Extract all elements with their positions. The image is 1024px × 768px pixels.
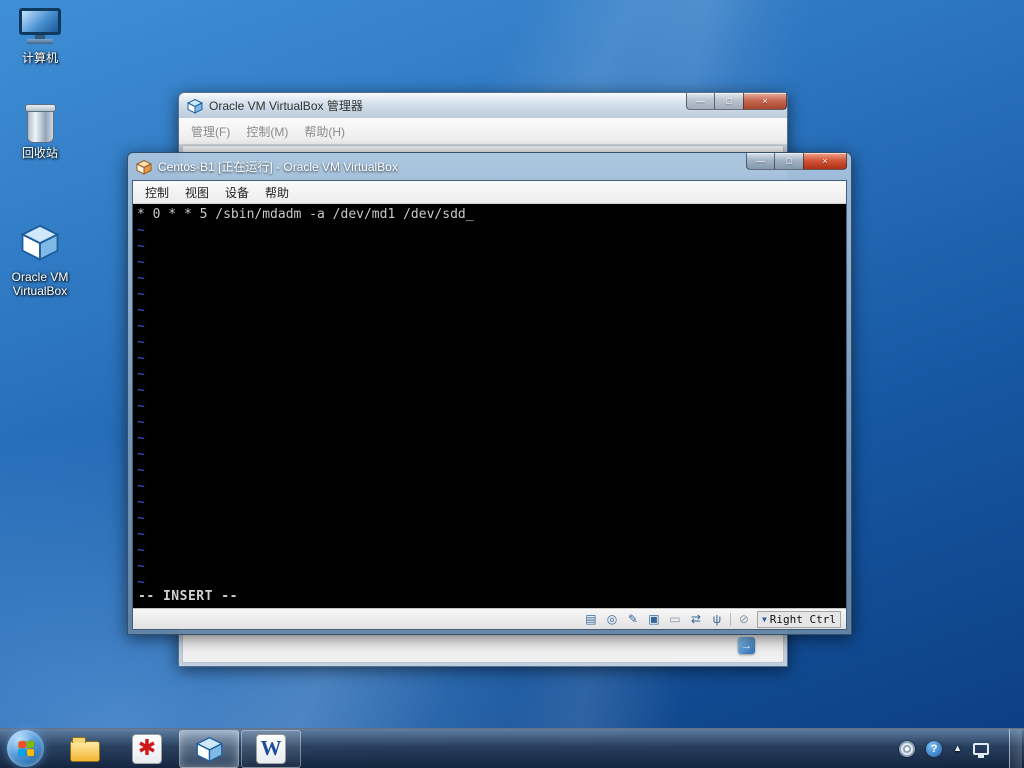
menu-machine[interactable]: 控制 (137, 181, 177, 204)
vim-tilde: ~ (137, 255, 145, 270)
vim-tilde: ~ (137, 303, 145, 318)
system-tray: ? ▲ (899, 728, 1024, 768)
maximize-button[interactable]: □ (775, 153, 803, 170)
manager-menubar: 管理(F) 控制(M) 帮助(H) (179, 118, 787, 145)
vim-tilde: ~ (137, 559, 145, 574)
media-app-icon: ✱ (132, 733, 162, 764)
menu-machine[interactable]: 控制(M) (238, 120, 296, 143)
vm-client-area: 控制 视图 设备 帮助 * 0 * * 5 /sbin/mdadm -a /de… (132, 180, 847, 630)
taskbar-item-media-app[interactable]: ✱ (117, 730, 177, 768)
vm-statusbar: ▤ ◎ ✎ ▣ ▭ ⇄ ψ ⊘ ▼ Right Ctrl (133, 608, 846, 629)
terminal-cursor: _ (465, 207, 474, 222)
vm-titlebar[interactable]: Centos-B1 [正在运行] - Oracle VM VirtualBox … (132, 153, 847, 180)
usb-icon[interactable]: ψ (709, 613, 725, 625)
vim-tilde: ~ (137, 543, 145, 558)
vm-window: Centos-B1 [正在运行] - Oracle VM VirtualBox … (127, 152, 852, 635)
show-desktop-button[interactable] (1009, 728, 1022, 768)
vim-tilde: ~ (137, 223, 145, 238)
network-tray-icon[interactable] (973, 742, 989, 758)
statusbar-separator (729, 612, 731, 626)
shared-folders-icon[interactable]: ▣ (646, 613, 662, 625)
vim-tilde: ~ (137, 495, 145, 510)
manager-titlebar[interactable]: Oracle VM VirtualBox 管理器 — □ × (179, 93, 787, 118)
optical-disc-tray-icon[interactable] (899, 740, 916, 757)
host-key-indicator: ▼ Right Ctrl (756, 610, 841, 628)
minimize-button[interactable]: — (686, 93, 715, 110)
vim-tilde: ~ (137, 447, 145, 462)
mouse-integration-icon[interactable]: ⊘ (736, 613, 752, 625)
desktop-icon-label: 回收站 (21, 146, 58, 160)
vim-tilde: ~ (137, 415, 145, 430)
vim-tilde: ~ (137, 239, 145, 254)
recycle-bin-icon (24, 104, 56, 143)
vm-console-terminal[interactable]: * 0 * * 5 /sbin/mdadm -a /dev/md1 /dev/s… (133, 204, 846, 608)
virtualbox-cube-icon (20, 224, 60, 262)
desktop-icon-virtualbox[interactable]: Oracle VM VirtualBox (2, 222, 78, 298)
terminal-command-line: * 0 * * 5 /sbin/mdadm -a /dev/md1 /dev/s… (137, 207, 474, 222)
optical-disk-icon[interactable]: ◎ (604, 613, 620, 625)
vim-tilde: ~ (137, 271, 145, 286)
manager-window-title: Oracle VM VirtualBox 管理器 (209, 99, 363, 113)
desktop-icon-label: Oracle VM VirtualBox (11, 270, 69, 298)
computer-icon (17, 8, 63, 48)
vim-tilde: ~ (137, 399, 145, 414)
vim-tilde: ~ (137, 511, 145, 526)
taskbar-item-virtualbox[interactable] (179, 729, 239, 768)
show-hidden-icons-arrow[interactable]: ▲ (953, 744, 962, 753)
virtualbox-cube-icon (195, 736, 223, 762)
word-icon: W (256, 733, 286, 764)
vm-machine-icon (136, 159, 152, 175)
vim-tilde: ~ (137, 287, 145, 302)
desktop-icon-label: 计算机 (21, 51, 58, 65)
host-key-arrow-icon: ▼ (761, 614, 767, 624)
windows-flag-icon (18, 740, 34, 757)
desktop-icon-computer[interactable]: 计算机 (2, 8, 78, 65)
desktop-wallpaper[interactable]: 计算机 回收站 Oracle VM VirtualBox Oracle VM V… (0, 0, 1024, 768)
maximize-button[interactable]: □ (715, 93, 743, 110)
menu-devices[interactable]: 设备 (217, 181, 257, 204)
vim-tilde: ~ (137, 351, 145, 366)
menu-manage[interactable]: 管理(F) (183, 120, 238, 143)
vim-tilde: ~ (137, 479, 145, 494)
menu-help[interactable]: 帮助 (257, 181, 297, 204)
vim-tilde: ~ (137, 463, 145, 478)
help-tray-icon[interactable]: ? (926, 740, 943, 757)
network-icon[interactable]: ⇄ (688, 613, 704, 625)
display-icon[interactable]: ▭ (667, 613, 683, 625)
folder-icon (70, 736, 100, 762)
vim-mode-indicator: -- INSERT -- (138, 589, 238, 604)
vm-window-title: Centos-B1 [正在运行] - Oracle VM VirtualBox (158, 160, 398, 174)
menu-help[interactable]: 帮助(H) (296, 120, 353, 143)
vim-tilde: ~ (137, 367, 145, 382)
menu-view[interactable]: 视图 (177, 181, 217, 204)
vim-tilde: ~ (137, 319, 145, 334)
taskbar-item-explorer[interactable] (55, 730, 115, 768)
desktop-icon-recycle-bin[interactable]: 回收站 (2, 104, 78, 160)
virtualbox-app-icon (187, 98, 203, 114)
vim-tilde: ~ (137, 431, 145, 446)
minimize-button[interactable]: — (746, 153, 775, 170)
taskbar-item-word[interactable]: W (241, 729, 301, 768)
close-button[interactable]: × (803, 153, 847, 170)
vim-tilde: ~ (137, 383, 145, 398)
taskbar: ✱ W ? ▲ (0, 728, 1024, 768)
vim-tilde: ~ (137, 575, 145, 590)
vm-menubar: 控制 视图 设备 帮助 (133, 181, 846, 204)
recording-icon[interactable]: ✎ (625, 613, 641, 625)
close-button[interactable]: × (743, 93, 787, 110)
vim-tilde: ~ (137, 335, 145, 350)
hard-disk-icon[interactable]: ▤ (583, 613, 599, 625)
host-key-label: Right Ctrl (769, 612, 836, 626)
vim-tilde: ~ (137, 527, 145, 542)
vim-empty-lines: ~ ~ ~ ~ ~ ~ ~ ~ ~ ~ ~ ~ ~ ~ ~ ~ ~ ~ ~ ~ ~ ~ ~ (137, 223, 842, 591)
manager-corner-icon[interactable]: → (738, 637, 755, 654)
start-button[interactable] (7, 730, 44, 767)
